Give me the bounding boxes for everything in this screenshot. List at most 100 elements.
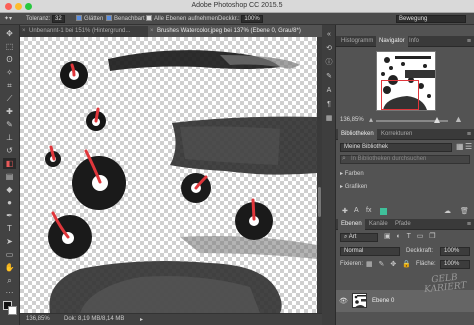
- red-marker-stroke-2: [94, 107, 100, 123]
- layer-opacity-field[interactable]: 100%: [440, 247, 470, 256]
- add-brush-icon[interactable]: ✚: [342, 207, 348, 215]
- collapse-panels-icon[interactable]: «: [325, 31, 333, 39]
- layer-fill-field[interactable]: 100%: [440, 260, 470, 269]
- hand-tool-icon[interactable]: ✋: [3, 262, 16, 273]
- shape-tool-icon[interactable]: ▭: [3, 249, 16, 260]
- tab-untitled-1[interactable]: × Unbenannt-1 bei 151% (Hintergrund...: [20, 26, 148, 37]
- close-tab-icon[interactable]: ×: [22, 26, 26, 37]
- fill-label: Fläche:: [416, 261, 436, 267]
- tab-libraries[interactable]: Bibliotheken: [338, 129, 377, 140]
- zoom-out-icon[interactable]: ▴: [369, 115, 373, 124]
- history-icon[interactable]: ⟲: [325, 45, 333, 53]
- library-group-graphics[interactable]: ▸ Grafiken: [340, 183, 367, 190]
- library-search-input[interactable]: In Bibliotheken durchsuchen: [340, 155, 470, 164]
- tab-info[interactable]: Info: [406, 36, 422, 47]
- layer-name[interactable]: Ebene 0: [372, 298, 394, 304]
- opacity-label: Deckkr.:: [218, 16, 240, 22]
- title-bar: Adobe Photoshop CC 2015.5: [0, 0, 474, 13]
- character-icon[interactable]: A: [325, 87, 333, 95]
- zoom-slider-knob[interactable]: [434, 117, 440, 123]
- tab-adjustments[interactable]: Korrekturen: [378, 129, 415, 140]
- healing-brush-icon[interactable]: ✚: [3, 106, 16, 117]
- contiguous-label: Benachbart: [114, 16, 145, 22]
- lock-icons[interactable]: ▦ ✎ ✥ 🔒: [366, 260, 413, 268]
- type-tool-icon[interactable]: T: [3, 223, 16, 234]
- properties-icon[interactable]: ⓘ: [325, 59, 333, 67]
- add-character-icon[interactable]: A: [354, 207, 359, 214]
- navigator-zoom-slider[interactable]: [376, 117, 448, 123]
- navigator-zoom-row: 136,85% ▴ ▲: [336, 114, 474, 126]
- all-layers-checkbox[interactable]: Alle Ebenen aufnehmen: [146, 15, 218, 22]
- blur-tool-icon[interactable]: ◆: [3, 184, 16, 195]
- lasso-tool-icon[interactable]: ʘ: [3, 54, 16, 65]
- marquee-tool-icon[interactable]: ⬚: [3, 41, 16, 52]
- close-tab-icon[interactable]: ×: [150, 26, 154, 37]
- library-select[interactable]: Meine Bibliothek: [340, 143, 452, 152]
- brush-presets-icon[interactable]: ✎: [325, 73, 333, 81]
- zoom-in-icon[interactable]: ▲: [454, 114, 463, 124]
- tab-histogram[interactable]: Histogramm: [338, 36, 376, 47]
- navigator-panel-tabs: Histogramm Navigator Info ≡: [336, 36, 474, 47]
- move-tool-icon[interactable]: ✥: [3, 28, 16, 39]
- tolerance-label: Toleranz:: [26, 16, 51, 22]
- library-view-icon[interactable]: ▦: [456, 142, 464, 151]
- group-label: Farben: [344, 171, 364, 177]
- navigator-thumbnail[interactable]: [376, 51, 436, 111]
- background-color-swatch[interactable]: [8, 306, 17, 315]
- layer-filter-icons[interactable]: ▣ ◐ T ▭ ❐: [384, 232, 438, 240]
- pen-tool-icon[interactable]: ✒: [3, 210, 16, 221]
- trash-icon[interactable]: 🗑: [460, 207, 469, 215]
- workspace-select[interactable]: Bewegung: [396, 15, 466, 23]
- swatches-icon[interactable]: ▦: [325, 115, 333, 123]
- tolerance-field[interactable]: 32: [52, 15, 65, 23]
- tab-layers[interactable]: Ebenen: [338, 219, 365, 230]
- paragraph-icon[interactable]: ¶: [325, 101, 333, 109]
- tab-channels[interactable]: Kanäle: [366, 219, 391, 230]
- smooth-checkbox[interactable]: Glätten: [76, 15, 103, 22]
- layer-row-ebene-0[interactable]: 👁 Ebene 0: [336, 290, 474, 312]
- magic-wand-icon[interactable]: ✧: [3, 67, 16, 78]
- group-label: Grafiken: [344, 184, 368, 190]
- library-group-colors[interactable]: ▸ Farben: [340, 170, 364, 177]
- zoom-tool-icon[interactable]: ⌕: [3, 275, 16, 286]
- tab-label: Unbenannt-1 bei 151% (Hintergrund...: [29, 28, 131, 34]
- add-color-swatch-icon[interactable]: [380, 208, 387, 215]
- tab-navigator[interactable]: Navigator: [376, 36, 408, 47]
- layer-thumbnail: [352, 293, 367, 308]
- status-arrow-icon[interactable]: ▸: [140, 316, 143, 323]
- brush-tool-icon[interactable]: ✎: [3, 119, 16, 130]
- path-selection-icon[interactable]: ➤: [3, 236, 16, 247]
- panel-menu-icon[interactable]: ≡: [467, 36, 471, 47]
- status-doc-size: Dok: 8,19 MB/8,14 MB: [64, 316, 125, 322]
- filter-label: Art: [348, 234, 357, 240]
- add-fx-icon[interactable]: fx: [366, 207, 371, 214]
- navigator-view-box[interactable]: [381, 80, 419, 110]
- library-list-icon[interactable]: ☰: [465, 142, 472, 151]
- panel-menu-icon[interactable]: ≡: [467, 219, 471, 230]
- tab-paths[interactable]: Pfade: [392, 219, 414, 230]
- blend-mode-select[interactable]: Normal: [340, 247, 400, 256]
- document-canvas[interactable]: [20, 37, 317, 313]
- all-layers-label: Alle Ebenen aufnehmen: [154, 16, 219, 22]
- dodge-tool-icon[interactable]: ●: [3, 197, 16, 208]
- crop-tool-icon[interactable]: ⌗: [3, 80, 16, 91]
- status-zoom[interactable]: 136,85%: [26, 316, 50, 322]
- cloud-sync-icon[interactable]: ☁: [444, 207, 451, 215]
- opacity-field[interactable]: 100%: [241, 15, 263, 23]
- scrollbar-thumb[interactable]: [318, 187, 321, 217]
- panel-menu-icon[interactable]: ≡: [467, 129, 471, 140]
- eyedropper-tool-icon[interactable]: ⟋: [3, 93, 16, 104]
- navigator-zoom-value[interactable]: 136,85%: [340, 117, 364, 123]
- options-bar: ✦▾ Toleranz: 32 Glätten Benachbart Alle …: [0, 13, 474, 25]
- gradient-tool-icon[interactable]: ▤: [3, 171, 16, 182]
- tab-brushes-watercolor[interactable]: × Brushes Watercolor.jpeg bei 137% (Eben…: [148, 26, 317, 37]
- contiguous-checkbox[interactable]: Benachbart: [106, 15, 145, 22]
- layer-opacity-label: Deckkraft:: [406, 248, 434, 254]
- eraser-tool-icon[interactable]: ◧: [3, 158, 16, 169]
- history-brush-icon[interactable]: ↺: [3, 145, 16, 156]
- more-tools-icon[interactable]: ···: [3, 287, 16, 298]
- layer-filter-select[interactable]: ⌕ Art: [340, 233, 378, 242]
- stamp-tool-icon[interactable]: ⊥: [3, 132, 16, 143]
- magic-wand-tool-icon[interactable]: ✦▾: [4, 15, 12, 22]
- visibility-eye-icon[interactable]: 👁: [339, 297, 348, 305]
